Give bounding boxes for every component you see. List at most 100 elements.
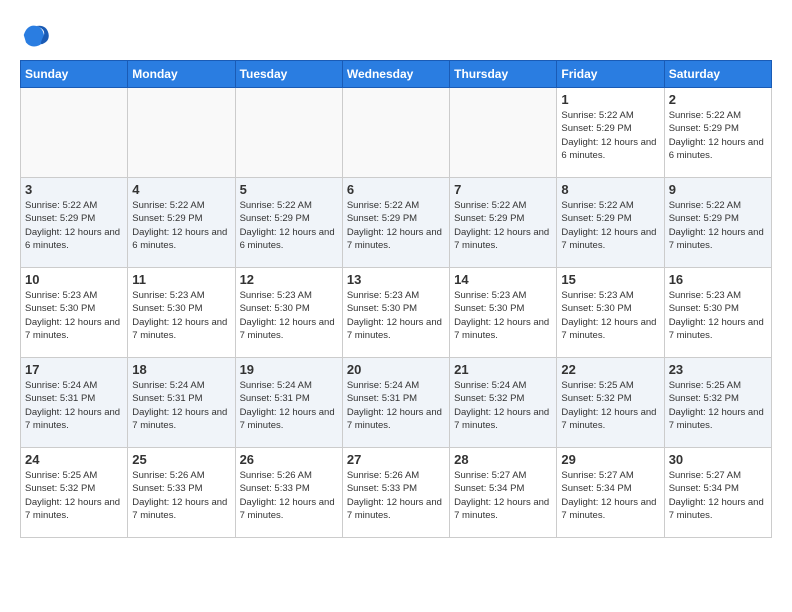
calendar-cell: 29 Sunrise: 5:27 AM Sunset: 5:34 PM Dayli…	[557, 448, 664, 538]
day-number: 7	[454, 182, 552, 197]
day-info: Sunrise: 5:22 AM Sunset: 5:29 PM Dayligh…	[240, 199, 338, 252]
day-info: Sunrise: 5:27 AM Sunset: 5:34 PM Dayligh…	[669, 469, 767, 522]
calendar-cell: 30 Sunrise: 5:27 AM Sunset: 5:34 PM Dayli…	[664, 448, 771, 538]
day-number: 11	[132, 272, 230, 287]
day-info: Sunrise: 5:22 AM Sunset: 5:29 PM Dayligh…	[347, 199, 445, 252]
day-info: Sunrise: 5:24 AM Sunset: 5:31 PM Dayligh…	[240, 379, 338, 432]
day-number: 19	[240, 362, 338, 377]
calendar-cell: 16 Sunrise: 5:23 AM Sunset: 5:30 PM Dayli…	[664, 268, 771, 358]
day-info: Sunrise: 5:24 AM Sunset: 5:31 PM Dayligh…	[25, 379, 123, 432]
calendar-cell: 27 Sunrise: 5:26 AM Sunset: 5:33 PM Dayli…	[342, 448, 449, 538]
day-info: Sunrise: 5:23 AM Sunset: 5:30 PM Dayligh…	[454, 289, 552, 342]
day-info: Sunrise: 5:25 AM Sunset: 5:32 PM Dayligh…	[561, 379, 659, 432]
day-info: Sunrise: 5:23 AM Sunset: 5:30 PM Dayligh…	[25, 289, 123, 342]
calendar-cell: 28 Sunrise: 5:27 AM Sunset: 5:34 PM Dayli…	[450, 448, 557, 538]
calendar-cell: 18 Sunrise: 5:24 AM Sunset: 5:31 PM Dayli…	[128, 358, 235, 448]
day-number: 12	[240, 272, 338, 287]
day-info: Sunrise: 5:26 AM Sunset: 5:33 PM Dayligh…	[347, 469, 445, 522]
day-info: Sunrise: 5:22 AM Sunset: 5:29 PM Dayligh…	[25, 199, 123, 252]
week-row-2: 3 Sunrise: 5:22 AM Sunset: 5:29 PM Daylig…	[21, 178, 772, 268]
day-info: Sunrise: 5:27 AM Sunset: 5:34 PM Dayligh…	[454, 469, 552, 522]
week-row-4: 17 Sunrise: 5:24 AM Sunset: 5:31 PM Dayli…	[21, 358, 772, 448]
calendar-cell	[128, 88, 235, 178]
page-header	[20, 20, 772, 50]
day-number: 14	[454, 272, 552, 287]
day-info: Sunrise: 5:22 AM Sunset: 5:29 PM Dayligh…	[669, 199, 767, 252]
day-number: 17	[25, 362, 123, 377]
calendar-cell: 12 Sunrise: 5:23 AM Sunset: 5:30 PM Dayli…	[235, 268, 342, 358]
week-row-3: 10 Sunrise: 5:23 AM Sunset: 5:30 PM Dayli…	[21, 268, 772, 358]
day-info: Sunrise: 5:23 AM Sunset: 5:30 PM Dayligh…	[347, 289, 445, 342]
day-number: 22	[561, 362, 659, 377]
calendar-cell: 24Sunrise: 5:25 AM Sunset: 5:32 PM Dayli…	[21, 448, 128, 538]
day-info: Sunrise: 5:24 AM Sunset: 5:32 PM Dayligh…	[454, 379, 552, 432]
day-number: 9	[669, 182, 767, 197]
day-number: 2	[669, 92, 767, 107]
day-info: Sunrise: 5:24 AM Sunset: 5:31 PM Dayligh…	[347, 379, 445, 432]
calendar-cell: 6 Sunrise: 5:22 AM Sunset: 5:29 PM Daylig…	[342, 178, 449, 268]
day-info: Sunrise: 5:25 AM Sunset: 5:32 PM Dayligh…	[25, 469, 123, 522]
day-number: 8	[561, 182, 659, 197]
weekday-header-sunday: Sunday	[21, 61, 128, 88]
day-info: Sunrise: 5:23 AM Sunset: 5:30 PM Dayligh…	[132, 289, 230, 342]
calendar-cell: 11 Sunrise: 5:23 AM Sunset: 5:30 PM Dayli…	[128, 268, 235, 358]
calendar-cell: 4 Sunrise: 5:22 AM Sunset: 5:29 PM Daylig…	[128, 178, 235, 268]
day-info: Sunrise: 5:22 AM Sunset: 5:29 PM Dayligh…	[454, 199, 552, 252]
weekday-header-monday: Monday	[128, 61, 235, 88]
calendar-cell: 26 Sunrise: 5:26 AM Sunset: 5:33 PM Dayli…	[235, 448, 342, 538]
day-number: 15	[561, 272, 659, 287]
calendar-cell: 10 Sunrise: 5:23 AM Sunset: 5:30 PM Dayli…	[21, 268, 128, 358]
calendar-cell	[342, 88, 449, 178]
week-row-5: 24Sunrise: 5:25 AM Sunset: 5:32 PM Dayli…	[21, 448, 772, 538]
day-number: 26	[240, 452, 338, 467]
day-number: 6	[347, 182, 445, 197]
day-info: Sunrise: 5:22 AM Sunset: 5:29 PM Dayligh…	[561, 109, 659, 162]
calendar-cell: 15 Sunrise: 5:23 AM Sunset: 5:30 PM Dayli…	[557, 268, 664, 358]
calendar-cell: 21 Sunrise: 5:24 AM Sunset: 5:32 PM Dayli…	[450, 358, 557, 448]
weekday-header-thursday: Thursday	[450, 61, 557, 88]
calendar-cell: 22 Sunrise: 5:25 AM Sunset: 5:32 PM Dayli…	[557, 358, 664, 448]
calendar-cell: 25 Sunrise: 5:26 AM Sunset: 5:33 PM Dayli…	[128, 448, 235, 538]
day-number: 18	[132, 362, 230, 377]
calendar-cell: 14 Sunrise: 5:23 AM Sunset: 5:30 PM Dayli…	[450, 268, 557, 358]
day-info: Sunrise: 5:25 AM Sunset: 5:32 PM Dayligh…	[669, 379, 767, 432]
weekday-header-wednesday: Wednesday	[342, 61, 449, 88]
day-info: Sunrise: 5:22 AM Sunset: 5:29 PM Dayligh…	[132, 199, 230, 252]
calendar-cell: 20 Sunrise: 5:24 AM Sunset: 5:31 PM Dayli…	[342, 358, 449, 448]
day-info: Sunrise: 5:22 AM Sunset: 5:29 PM Dayligh…	[669, 109, 767, 162]
day-number: 27	[347, 452, 445, 467]
calendar-cell	[450, 88, 557, 178]
day-info: Sunrise: 5:26 AM Sunset: 5:33 PM Dayligh…	[132, 469, 230, 522]
day-info: Sunrise: 5:26 AM Sunset: 5:33 PM Dayligh…	[240, 469, 338, 522]
day-number: 20	[347, 362, 445, 377]
day-info: Sunrise: 5:23 AM Sunset: 5:30 PM Dayligh…	[561, 289, 659, 342]
day-info: Sunrise: 5:23 AM Sunset: 5:30 PM Dayligh…	[669, 289, 767, 342]
calendar-cell: 3 Sunrise: 5:22 AM Sunset: 5:29 PM Daylig…	[21, 178, 128, 268]
day-number: 21	[454, 362, 552, 377]
day-info: Sunrise: 5:23 AM Sunset: 5:30 PM Dayligh…	[240, 289, 338, 342]
calendar: SundayMondayTuesdayWednesdayThursdayFrid…	[20, 60, 772, 538]
day-info: Sunrise: 5:24 AM Sunset: 5:31 PM Dayligh…	[132, 379, 230, 432]
day-number: 29	[561, 452, 659, 467]
day-number: 13	[347, 272, 445, 287]
day-info: Sunrise: 5:27 AM Sunset: 5:34 PM Dayligh…	[561, 469, 659, 522]
day-number: 25	[132, 452, 230, 467]
calendar-cell	[235, 88, 342, 178]
day-number: 3	[25, 182, 123, 197]
day-number: 4	[132, 182, 230, 197]
day-number: 30	[669, 452, 767, 467]
calendar-cell: 19 Sunrise: 5:24 AM Sunset: 5:31 PM Dayli…	[235, 358, 342, 448]
day-number: 10	[25, 272, 123, 287]
weekday-header-tuesday: Tuesday	[235, 61, 342, 88]
day-number: 16	[669, 272, 767, 287]
calendar-cell: 9 Sunrise: 5:22 AM Sunset: 5:29 PM Daylig…	[664, 178, 771, 268]
day-number: 1	[561, 92, 659, 107]
calendar-cell: 5 Sunrise: 5:22 AM Sunset: 5:29 PM Daylig…	[235, 178, 342, 268]
day-number: 28	[454, 452, 552, 467]
day-number: 23	[669, 362, 767, 377]
calendar-cell: 13 Sunrise: 5:23 AM Sunset: 5:30 PM Dayli…	[342, 268, 449, 358]
day-info: Sunrise: 5:22 AM Sunset: 5:29 PM Dayligh…	[561, 199, 659, 252]
logo	[20, 20, 56, 50]
logo-icon	[20, 20, 50, 50]
day-number: 5	[240, 182, 338, 197]
